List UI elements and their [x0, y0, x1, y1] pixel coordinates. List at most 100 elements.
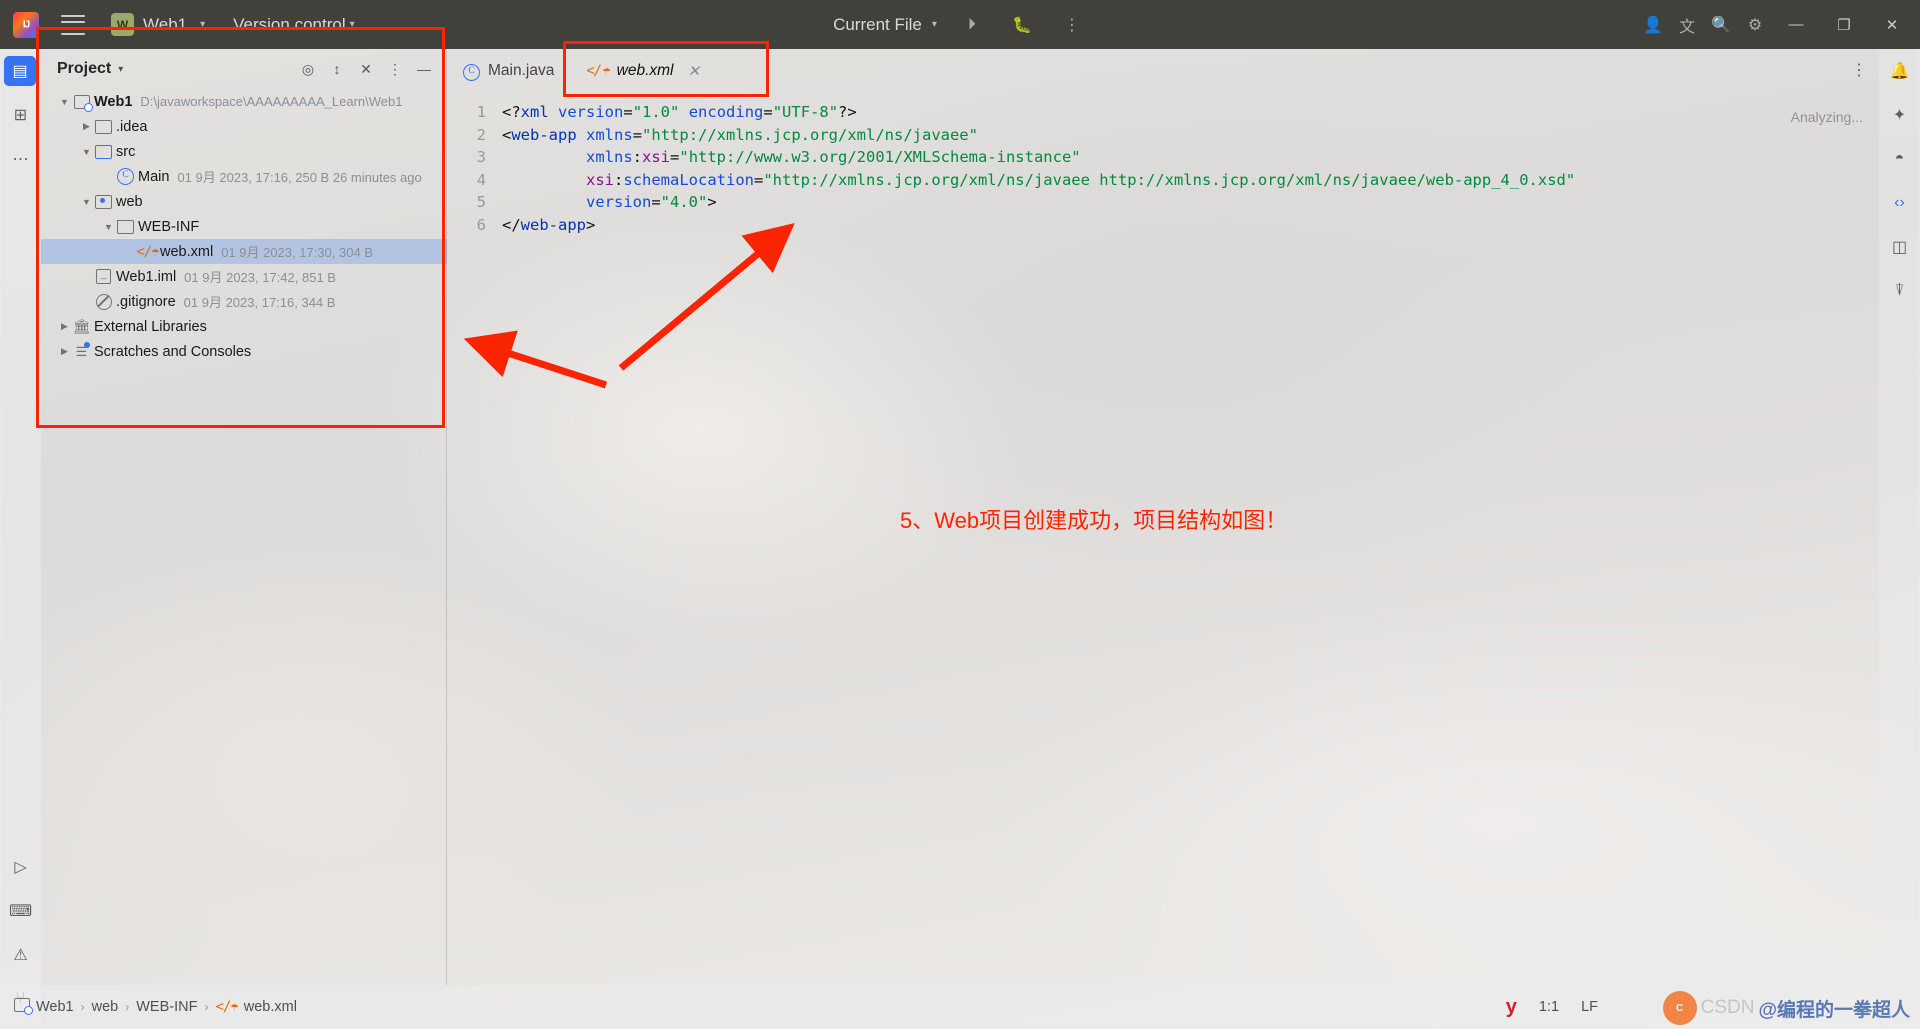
- breadcrumb[interactable]: Web1 › web › WEB-INF › </☂ web.xml: [14, 998, 297, 1016]
- sidebar-item-run[interactable]: ▷: [0, 845, 41, 889]
- watermark-author: @编程的一拳超人: [1758, 999, 1910, 1021]
- tab-label: web.xml: [616, 61, 674, 79]
- code-token: :: [614, 170, 624, 189]
- tree-node-scratchesandconsoles[interactable]: ▶ ☰ Scratches and Consoles: [41, 339, 447, 364]
- iml-file-icon: _: [94, 269, 113, 284]
- chevron-down-icon[interactable]: ▼: [79, 147, 94, 157]
- line-number: 3: [476, 148, 486, 166]
- sidebar-item-project[interactable]: ▤: [4, 56, 36, 86]
- watermark-brand: CSDN: [1700, 997, 1755, 1018]
- minimize-button[interactable]: —: [1774, 0, 1818, 49]
- hide-panel-icon[interactable]: —: [411, 56, 437, 82]
- sidebar-item-more[interactable]: ⋯: [0, 137, 41, 181]
- tree-node-label: .gitignore: [116, 293, 176, 310]
- tree-node-label: Web1: [94, 93, 133, 110]
- tree-node-gitignore[interactable]: .gitignore 01 9月 2023, 17:16, 344 B: [41, 289, 447, 314]
- tree-node-label: .idea: [116, 118, 148, 135]
- line-number-gutter: 1 2 3 4 5 6: [447, 92, 494, 985]
- code-token: version: [586, 193, 652, 211]
- sidebar-item-problems[interactable]: ⚠: [0, 933, 41, 977]
- chevron-down-icon[interactable]: ▼: [79, 197, 94, 207]
- run-configuration-selector[interactable]: Current File ▾: [833, 15, 937, 35]
- expand-collapse-icon[interactable]: ↕: [324, 56, 350, 82]
- ai-assistant-icon[interactable]: ✦: [1879, 93, 1920, 137]
- tree-node-main[interactable]: C Main 01 9月 2023, 17:16, 250 B 26 minutes…: [41, 164, 447, 189]
- project-tree[interactable]: ▼ Web1 D:\javaworkspace\AAAAAAAAA_Learn\We…: [41, 89, 447, 985]
- code-token: <: [502, 125, 512, 144]
- code-token: xml: [520, 103, 549, 121]
- tree-node-web1iml[interactable]: _ Web1.iml 01 9月 2023, 17:42, 851 B: [41, 264, 447, 289]
- chevron-right-icon[interactable]: ▶: [79, 121, 94, 132]
- tab-web-xml[interactable]: </☂ web.xml ✕: [570, 49, 716, 92]
- line-separator-label[interactable]: LF: [1581, 999, 1598, 1015]
- gitignore-icon: [94, 293, 113, 310]
- code-token: >: [586, 215, 596, 234]
- chevron-down-icon[interactable]: ▼: [57, 97, 72, 107]
- collapse-all-icon[interactable]: ✕: [353, 56, 379, 82]
- gradle-icon[interactable]: ◫: [1879, 225, 1920, 269]
- web-folder-icon: [94, 194, 113, 209]
- more-vertical-icon[interactable]: ⋮: [1057, 10, 1087, 40]
- breadcrumb-item-web[interactable]: web: [92, 999, 119, 1015]
- tree-node-idea[interactable]: ▶ .idea: [41, 114, 447, 139]
- search-icon[interactable]: 🔍: [1706, 10, 1736, 40]
- line-number: 4: [476, 170, 486, 189]
- tree-node-webxml[interactable]: </☂ web.xml 01 9月 2023, 17:30, 304 B: [41, 239, 447, 264]
- code-token: "4.0": [660, 193, 708, 211]
- caret-position-label[interactable]: 1:1: [1539, 999, 1559, 1015]
- tree-node-label: src: [116, 143, 136, 160]
- right-tool-window-bar: 🔔 ✦ ◓ ‹› ◫ ⍒: [1879, 49, 1920, 1029]
- sidebar-item-terminal[interactable]: ⌨: [0, 889, 41, 933]
- code-editor[interactable]: 123456 <?xml version="1.0" encoding="UTF…: [447, 92, 1879, 985]
- run-triangle-icon[interactable]: ⏵: [957, 10, 987, 40]
- line-number: 2: [476, 125, 486, 144]
- tree-node-meta: D:\javaworkspace\AAAAAAAAA_Learn\Web1: [140, 94, 403, 109]
- translate-icon[interactable]: 文: [1672, 10, 1702, 40]
- breadcrumb-item-webxml[interactable]: </☂ web.xml: [215, 999, 296, 1015]
- breadcrumb-item-web1[interactable]: Web1: [14, 998, 74, 1016]
- chevron-down-icon[interactable]: ▼: [101, 222, 116, 232]
- code-token: xmlns: [586, 148, 633, 166]
- external-libraries-icon: 🏛: [72, 318, 91, 334]
- gear-icon[interactable]: ⚙: [1740, 10, 1770, 40]
- left-tool-window-bar: ▤ ⊞ ⋯ ▷ ⌨ ⚠ ⑂: [0, 49, 41, 1029]
- yandex-icon[interactable]: y: [1506, 996, 1517, 1019]
- code-token: encoding: [688, 103, 764, 121]
- bookmarks-icon[interactable]: ⍒: [1879, 269, 1920, 313]
- database-icon[interactable]: ◓: [1879, 137, 1920, 181]
- breadcrumb-separator: ›: [204, 1000, 209, 1014]
- debug-bug-icon[interactable]: 🐛: [1007, 10, 1037, 40]
- tree-node-web1[interactable]: ▼ Web1 D:\javaworkspace\AAAAAAAAA_Learn\We…: [41, 89, 447, 114]
- breadcrumb-item-webinf[interactable]: WEB-INF: [136, 999, 197, 1015]
- code-token: =: [651, 193, 661, 211]
- module-icon: [72, 94, 93, 112]
- tree-node-webinf[interactable]: ▼ WEB-INF: [41, 214, 447, 239]
- chevron-right-icon[interactable]: ▶: [57, 321, 72, 332]
- code-token: =: [623, 103, 633, 121]
- tree-node-externallibraries[interactable]: ▶ 🏛 External Libraries: [41, 314, 447, 339]
- tab-main-java[interactable]: C Main.java: [447, 49, 570, 92]
- more-vertical-icon[interactable]: ⋮: [1851, 60, 1867, 80]
- notifications-bell-icon[interactable]: 🔔: [1879, 49, 1920, 93]
- code-token: <?: [502, 103, 521, 121]
- code-token: "http://xmlns.jcp.org/xml/ns/javaee http…: [763, 170, 1576, 189]
- endpoints-icon[interactable]: ‹›: [1879, 181, 1920, 225]
- tree-node-meta: 01 9月 2023, 17:16, 250 B 26 minutes ago: [177, 170, 422, 185]
- options-menu-icon[interactable]: ⋮: [382, 56, 408, 82]
- code-token: :: [632, 148, 643, 166]
- tree-node-label: Scratches and Consoles: [94, 343, 252, 360]
- chevron-right-icon[interactable]: ▶: [57, 346, 72, 357]
- chevron-down-icon[interactable]: ▾: [118, 64, 123, 75]
- source-code-text[interactable]: <?xml version="1.0" encoding="UTF-8"?> <w…: [502, 101, 1879, 236]
- maximize-button[interactable]: ❐: [1822, 0, 1866, 49]
- tree-node-web[interactable]: ▼ web: [41, 189, 447, 214]
- select-opened-file-icon[interactable]: ◎: [295, 56, 321, 82]
- tree-node-src[interactable]: ▼ src: [41, 139, 447, 164]
- sidebar-item-commit[interactable]: ⊞: [0, 93, 41, 137]
- code-line: </web-app>: [502, 214, 1879, 237]
- close-button[interactable]: ✕: [1870, 0, 1914, 49]
- code-token: schemaLocation: [623, 170, 754, 189]
- close-icon[interactable]: ✕: [688, 62, 701, 80]
- add-user-icon[interactable]: 👤: [1638, 10, 1668, 40]
